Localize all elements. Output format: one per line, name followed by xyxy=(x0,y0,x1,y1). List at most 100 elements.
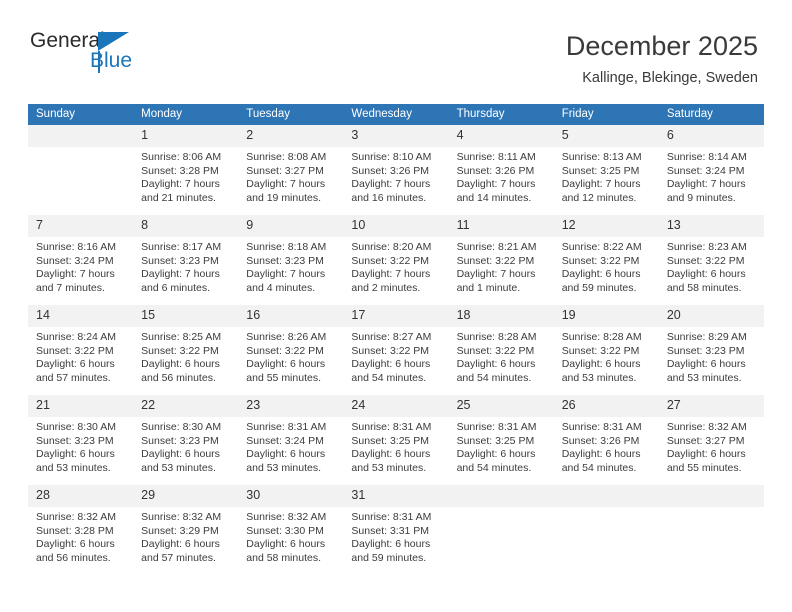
daylight-text: Daylight: 6 hours xyxy=(561,268,641,281)
logo-text-blue: Blue xyxy=(90,49,133,72)
weekday-header-tuesday: Tuesday xyxy=(238,104,344,125)
day-cell-inner: 14 Sunrise: 8:24 AM Sunset: 3:22 PM Dayligh… xyxy=(28,305,134,393)
day-cell-inner: 17 Sunrise: 8:27 AM Sunset: 3:22 PM Dayligh… xyxy=(343,305,449,393)
calendar-day-cell[interactable]: 17 Sunrise: 8:27 AM Sunset: 3:22 PM Dayligh… xyxy=(343,305,449,393)
day-cell-inner: 7 Sunrise: 8:16 AM Sunset: 3:24 PM Daylight… xyxy=(28,215,134,303)
sunset-text: Sunset: 3:22 PM xyxy=(456,344,535,357)
daylight-text-cont: and 56 minutes. xyxy=(141,371,216,384)
sunset-text: Sunset: 3:31 PM xyxy=(351,524,430,537)
logo-text-general: General xyxy=(30,29,105,52)
daylight-text-cont: and 19 minutes. xyxy=(246,191,321,204)
calendar-day-cell[interactable]: 6 Sunrise: 8:14 AM Sunset: 3:24 PM Daylight… xyxy=(658,125,764,213)
calendar-day-cell[interactable]: 29 Sunrise: 8:32 AM Sunset: 3:29 PM Dayligh… xyxy=(133,485,239,573)
sunrise-text: Sunrise: 8:28 AM xyxy=(561,331,642,343)
day-number xyxy=(553,485,659,507)
day-cell-inner: 24 Sunrise: 8:31 AM Sunset: 3:25 PM Dayligh… xyxy=(343,395,449,483)
day-cell-details: Sunrise: 8:21 AM Sunset: 3:22 PM Daylight:… xyxy=(449,237,554,295)
page-title: December 2025 xyxy=(565,31,758,61)
calendar-day-cell[interactable]: 18 Sunrise: 8:28 AM Sunset: 3:22 PM Dayligh… xyxy=(448,305,554,393)
day-number: 12 xyxy=(553,215,659,237)
calendar-day-cell[interactable]: 10 Sunrise: 8:20 AM Sunset: 3:22 PM Dayligh… xyxy=(343,215,449,303)
daylight-text-cont: and 58 minutes. xyxy=(666,281,742,294)
day-number xyxy=(28,125,134,147)
daylight-text-cont: and 6 minutes. xyxy=(141,281,211,294)
day-cell-details: Sunrise: 8:24 AM Sunset: 3:22 PM Daylight:… xyxy=(28,327,133,385)
calendar-day-cell[interactable]: 16 Sunrise: 8:26 AM Sunset: 3:22 PM Dayligh… xyxy=(238,305,344,393)
day-cell-details: Sunrise: 8:31 AM Sunset: 3:26 PM Daylight:… xyxy=(554,417,659,475)
day-cell-details: Sunrise: 8:28 AM Sunset: 3:22 PM Daylight:… xyxy=(449,327,554,385)
calendar-day-cell[interactable]: 24 Sunrise: 8:31 AM Sunset: 3:25 PM Dayligh… xyxy=(343,395,449,483)
sunrise-text: Sunrise: 8:30 AM xyxy=(36,421,116,433)
sunset-text: Sunset: 3:28 PM xyxy=(36,524,114,537)
day-cell-inner xyxy=(553,485,659,573)
day-number: 20 xyxy=(658,305,764,327)
calendar-day-cell[interactable]: 23 Sunrise: 8:31 AM Sunset: 3:24 PM Dayligh… xyxy=(238,395,344,483)
sunrise-text: Sunrise: 8:28 AM xyxy=(456,331,537,343)
day-cell-details: Sunrise: 8:31 AM Sunset: 3:25 PM Daylight:… xyxy=(449,417,554,475)
calendar-day-cell[interactable]: 19 Sunrise: 8:28 AM Sunset: 3:22 PM Dayligh… xyxy=(553,305,659,393)
day-cell-inner: 25 Sunrise: 8:31 AM Sunset: 3:25 PM Dayligh… xyxy=(448,395,554,483)
sunrise-text: Sunrise: 8:11 AM xyxy=(456,151,536,163)
calendar-day-cell[interactable]: 9 Sunrise: 8:18 AM Sunset: 3:23 PM Daylight… xyxy=(238,215,344,303)
day-cell-inner xyxy=(658,485,764,573)
calendar-day-cell[interactable]: 2 Sunrise: 8:08 AM Sunset: 3:27 PM Daylight… xyxy=(238,125,344,213)
day-cell-inner: 16 Sunrise: 8:26 AM Sunset: 3:22 PM Dayligh… xyxy=(238,305,344,393)
sunset-text: Sunset: 3:30 PM xyxy=(246,524,324,537)
day-number: 28 xyxy=(28,485,134,507)
day-cell-inner: 27 Sunrise: 8:32 AM Sunset: 3:27 PM Dayligh… xyxy=(658,395,764,483)
calendar-day-cell[interactable]: 11 Sunrise: 8:21 AM Sunset: 3:22 PM Dayligh… xyxy=(448,215,554,303)
day-cell-details: Sunrise: 8:30 AM Sunset: 3:23 PM Daylight:… xyxy=(133,417,238,475)
day-cell-details: Sunrise: 8:17 AM Sunset: 3:23 PM Daylight:… xyxy=(133,237,238,295)
day-cell-details: Sunrise: 8:31 AM Sunset: 3:24 PM Daylight:… xyxy=(238,417,343,475)
calendar-day-cell[interactable]: 22 Sunrise: 8:30 AM Sunset: 3:23 PM Dayligh… xyxy=(133,395,239,483)
calendar-day-cell[interactable]: 21 Sunrise: 8:30 AM Sunset: 3:23 PM Dayligh… xyxy=(28,395,134,483)
daylight-text: Daylight: 7 hours xyxy=(666,178,746,191)
day-cell-details: Sunrise: 8:14 AM Sunset: 3:24 PM Daylight:… xyxy=(659,147,764,205)
calendar-day-cell[interactable]: 15 Sunrise: 8:25 AM Sunset: 3:22 PM Dayligh… xyxy=(133,305,239,393)
day-cell-details: Sunrise: 8:32 AM Sunset: 3:27 PM Daylight:… xyxy=(659,417,764,475)
sunrise-text: Sunrise: 8:24 AM xyxy=(36,331,116,343)
day-number: 17 xyxy=(343,305,449,327)
calendar-day-cell[interactable]: 3 Sunrise: 8:10 AM Sunset: 3:26 PM Daylight… xyxy=(343,125,449,213)
day-cell-details: Sunrise: 8:26 AM Sunset: 3:22 PM Daylight:… xyxy=(238,327,343,385)
weekday-header-wednesday: Wednesday xyxy=(343,104,449,125)
day-cell-inner: 31 Sunrise: 8:31 AM Sunset: 3:31 PM Dayligh… xyxy=(343,485,449,573)
calendar-day-cell[interactable]: 12 Sunrise: 8:22 AM Sunset: 3:22 PM Dayligh… xyxy=(553,215,659,303)
calendar-day-cell[interactable]: 31 Sunrise: 8:31 AM Sunset: 3:31 PM Dayligh… xyxy=(343,485,449,573)
calendar-day-cell[interactable]: 13 Sunrise: 8:23 AM Sunset: 3:22 PM Dayligh… xyxy=(658,215,764,303)
calendar-day-cell[interactable]: 30 Sunrise: 8:32 AM Sunset: 3:30 PM Dayligh… xyxy=(238,485,344,573)
day-cell-details xyxy=(659,507,764,511)
daylight-text: Daylight: 7 hours xyxy=(141,178,220,191)
daylight-text: Daylight: 6 hours xyxy=(351,448,431,461)
daylight-text: Daylight: 7 hours xyxy=(561,178,641,191)
calendar-day-cell[interactable]: 25 Sunrise: 8:31 AM Sunset: 3:25 PM Dayligh… xyxy=(448,395,554,483)
calendar-day-cell[interactable]: 5 Sunrise: 8:13 AM Sunset: 3:25 PM Daylight… xyxy=(553,125,659,213)
weekday-header-saturday: Saturday xyxy=(658,104,764,125)
daylight-text: Daylight: 6 hours xyxy=(456,448,536,461)
sunrise-text: Sunrise: 8:18 AM xyxy=(246,241,327,253)
calendar-day-cell[interactable]: 26 Sunrise: 8:31 AM Sunset: 3:26 PM Dayligh… xyxy=(553,395,659,483)
sunset-text: Sunset: 3:23 PM xyxy=(141,434,219,447)
daylight-text: Daylight: 6 hours xyxy=(141,358,220,371)
daylight-text-cont: and 4 minutes. xyxy=(246,281,316,294)
day-cell-details: Sunrise: 8:16 AM Sunset: 3:24 PM Daylight:… xyxy=(28,237,133,295)
day-cell-inner xyxy=(448,485,554,573)
calendar-day-cell[interactable]: 28 Sunrise: 8:32 AM Sunset: 3:28 PM Dayligh… xyxy=(28,485,134,573)
sunset-text: Sunset: 3:27 PM xyxy=(246,164,324,177)
calendar-day-cell[interactable]: 20 Sunrise: 8:29 AM Sunset: 3:23 PM Dayligh… xyxy=(658,305,764,393)
day-cell-inner: 13 Sunrise: 8:23 AM Sunset: 3:22 PM Dayligh… xyxy=(658,215,764,303)
calendar-day-cell[interactable]: 1 Sunrise: 8:06 AM Sunset: 3:28 PM Daylight… xyxy=(133,125,239,213)
calendar-day-cell[interactable]: 27 Sunrise: 8:32 AM Sunset: 3:27 PM Dayligh… xyxy=(658,395,764,483)
day-number: 19 xyxy=(553,305,659,327)
calendar-day-cell[interactable]: 4 Sunrise: 8:11 AM Sunset: 3:26 PM Daylight… xyxy=(448,125,554,213)
calendar-day-cell[interactable]: 8 Sunrise: 8:17 AM Sunset: 3:23 PM Daylight… xyxy=(133,215,239,303)
day-number: 2 xyxy=(238,125,344,147)
calendar-day-cell[interactable]: 14 Sunrise: 8:24 AM Sunset: 3:22 PM Dayligh… xyxy=(28,305,134,393)
day-cell-inner: 21 Sunrise: 8:30 AM Sunset: 3:23 PM Dayligh… xyxy=(28,395,134,483)
daylight-text: Daylight: 6 hours xyxy=(36,448,115,461)
day-cell-inner: 6 Sunrise: 8:14 AM Sunset: 3:24 PM Daylight… xyxy=(658,125,764,213)
day-cell-details: Sunrise: 8:23 AM Sunset: 3:22 PM Daylight:… xyxy=(659,237,764,295)
sunrise-text: Sunrise: 8:30 AM xyxy=(141,421,222,433)
calendar-day-cell[interactable]: 7 Sunrise: 8:16 AM Sunset: 3:24 PM Daylight… xyxy=(28,215,134,303)
sunset-text: Sunset: 3:22 PM xyxy=(351,344,430,357)
